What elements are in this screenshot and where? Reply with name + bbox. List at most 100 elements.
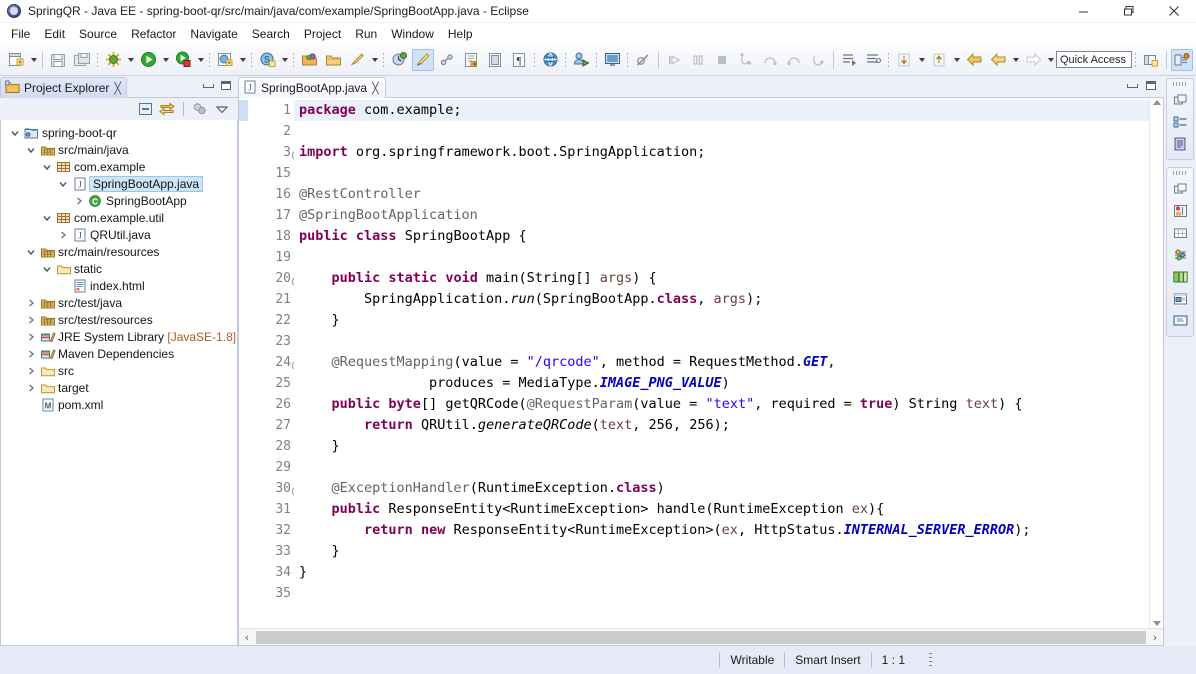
markers-view-icon[interactable] xyxy=(1170,289,1190,309)
menu-run[interactable]: Run xyxy=(348,25,384,43)
chevron-down-icon[interactable] xyxy=(23,142,39,158)
properties-view-icon[interactable] xyxy=(1170,245,1190,265)
code-line[interactable]: return new ResponseEntity<RuntimeExcepti… xyxy=(294,520,1149,541)
menu-edit[interactable]: Edit xyxy=(37,25,72,43)
restore-views-icon[interactable] xyxy=(1170,179,1190,199)
search-dropdown-icon[interactable] xyxy=(369,49,380,71)
console-view-icon[interactable] xyxy=(1170,311,1190,331)
maximize-view-button[interactable] xyxy=(221,81,231,90)
new-java-project-dropdown-icon[interactable] xyxy=(237,49,248,71)
next-edit-dropdown-icon[interactable] xyxy=(916,49,927,71)
run-external-dropdown-icon[interactable] xyxy=(195,49,206,71)
outline-view-icon[interactable] xyxy=(1170,112,1190,132)
tab-project-explorer[interactable]: Project Explorer ╳ xyxy=(0,77,127,98)
view-menu-icon[interactable] xyxy=(212,100,232,118)
code-line[interactable]: @RestController xyxy=(294,184,1149,205)
close-icon[interactable]: ╳ xyxy=(114,83,121,94)
tree-item-qrutil-java[interactable]: J QRUtil.java xyxy=(1,226,237,243)
scroll-down-arrow-icon[interactable] xyxy=(1152,621,1161,626)
menu-source[interactable]: Source xyxy=(72,25,124,43)
tab-springbootapp-java[interactable]: J SpringBootApp.java ╳ xyxy=(238,77,386,98)
chevron-right-icon[interactable] xyxy=(55,227,71,243)
save-all-icon[interactable] xyxy=(71,49,93,71)
chevron-right-icon[interactable] xyxy=(23,295,39,311)
editor-vertical-scrollbar[interactable] xyxy=(1149,98,1163,628)
code-line[interactable]: public static void main(String[] args) { xyxy=(294,268,1149,289)
chevron-right-icon[interactable] xyxy=(23,346,39,362)
run-icon[interactable] xyxy=(137,49,159,71)
link-icon[interactable] xyxy=(436,49,458,71)
skip-breakpoints-icon[interactable] xyxy=(632,49,654,71)
open-type-icon[interactable] xyxy=(298,49,320,71)
view-menu-filter-icon[interactable] xyxy=(190,100,210,118)
restore-button[interactable] xyxy=(1106,0,1151,22)
scroll-right-arrow-icon[interactable]: › xyxy=(1147,630,1163,645)
minimize-editor-button[interactable] xyxy=(1127,83,1138,88)
profile-icon[interactable] xyxy=(388,49,410,71)
status-drag-handle[interactable] xyxy=(929,653,932,667)
chevron-right-icon[interactable] xyxy=(23,312,39,328)
new-java-project-icon[interactable] xyxy=(214,49,236,71)
tree-item-spring-boot-qr[interactable]: spring-boot-qr xyxy=(1,124,237,141)
chevron-down-icon[interactable] xyxy=(39,261,55,277)
project-tree[interactable]: spring-boot-qr src/main/java com.example… xyxy=(0,120,238,646)
back-history-dropdown-icon[interactable] xyxy=(1010,49,1021,71)
forward-dropdown-icon[interactable] xyxy=(1045,49,1056,71)
back-icon[interactable] xyxy=(963,49,985,71)
next-annotation-icon[interactable] xyxy=(838,49,860,71)
code-line[interactable]: import org.springframework.boot.SpringAp… xyxy=(294,142,1149,163)
quick-access-input[interactable]: Quick Access xyxy=(1056,51,1132,68)
chevron-down-icon[interactable] xyxy=(23,244,39,260)
new-class-icon[interactable]: S xyxy=(256,49,278,71)
chevron-right-icon[interactable] xyxy=(23,380,39,396)
code-line[interactable] xyxy=(294,163,1149,184)
code-line[interactable]: } xyxy=(294,541,1149,562)
debug-icon[interactable] xyxy=(102,49,124,71)
collapse-all-icon[interactable] xyxy=(135,100,155,118)
code-line[interactable] xyxy=(294,583,1149,604)
menu-refactor[interactable]: Refactor xyxy=(124,25,183,43)
chevron-right-icon[interactable] xyxy=(71,193,87,209)
code-line[interactable]: public class SpringBootApp { xyxy=(294,226,1149,247)
code-text[interactable]: package com.example; import org.springfr… xyxy=(294,98,1149,628)
tree-item-com-example[interactable]: com.example xyxy=(1,158,237,175)
restore-views-icon[interactable] xyxy=(1170,90,1190,110)
close-icon[interactable]: ╳ xyxy=(372,83,379,94)
code-line[interactable]: SpringApplication.run(SpringBootApp.clas… xyxy=(294,289,1149,310)
tree-item-jre-system-library[interactable]: JRE System Library [JavaSE-1.8] xyxy=(1,328,237,345)
tree-item-maven-dependencies[interactable]: Maven Dependencies xyxy=(1,345,237,362)
code-line[interactable]: return QRUtil.generateQRCode(text, 256, … xyxy=(294,415,1149,436)
drag-handle[interactable] xyxy=(1173,82,1187,86)
snippets-view-icon[interactable] xyxy=(1170,267,1190,287)
code-line[interactable]: package com.example; xyxy=(294,100,1149,121)
code-line[interactable]: } xyxy=(294,562,1149,583)
export-icon[interactable] xyxy=(460,49,482,71)
menu-file[interactable]: File xyxy=(4,25,37,43)
menu-search[interactable]: Search xyxy=(245,25,297,43)
code-line[interactable]: public byte[] getQRCode(@RequestParam(va… xyxy=(294,394,1149,415)
maximize-editor-button[interactable] xyxy=(1146,81,1156,90)
next-edit-icon[interactable] xyxy=(893,49,915,71)
editor-marker-bar[interactable] xyxy=(239,98,248,628)
minimize-button[interactable] xyxy=(1061,0,1106,22)
previous-edit-icon[interactable] xyxy=(928,49,950,71)
code-line[interactable]: } xyxy=(294,310,1149,331)
back-history-icon[interactable] xyxy=(987,49,1009,71)
chevron-right-icon[interactable] xyxy=(23,363,39,379)
save-icon[interactable] xyxy=(47,49,69,71)
status-insert-mode[interactable]: Smart Insert xyxy=(785,652,870,668)
code-line[interactable] xyxy=(294,247,1149,268)
previous-annotation-icon[interactable] xyxy=(862,49,884,71)
deploy-icon[interactable] xyxy=(570,49,592,71)
code-line[interactable]: @RequestMapping(value = "/qrcode", metho… xyxy=(294,352,1149,373)
tree-item-src[interactable]: src xyxy=(1,362,237,379)
data-source-explorer-icon[interactable] xyxy=(1170,223,1190,243)
highlight-icon[interactable] xyxy=(412,48,434,71)
tree-item-src-test-resources[interactable]: src/test/resources xyxy=(1,311,237,328)
java-ee-perspective-icon[interactable] xyxy=(1171,48,1193,71)
run-dropdown-icon[interactable] xyxy=(160,49,171,71)
editor-horizontal-scrollbar[interactable]: ‹ › xyxy=(239,628,1163,645)
scroll-left-arrow-icon[interactable]: ‹ xyxy=(239,630,255,645)
globe-icon[interactable] xyxy=(539,49,561,71)
console-icon[interactable] xyxy=(601,49,623,71)
